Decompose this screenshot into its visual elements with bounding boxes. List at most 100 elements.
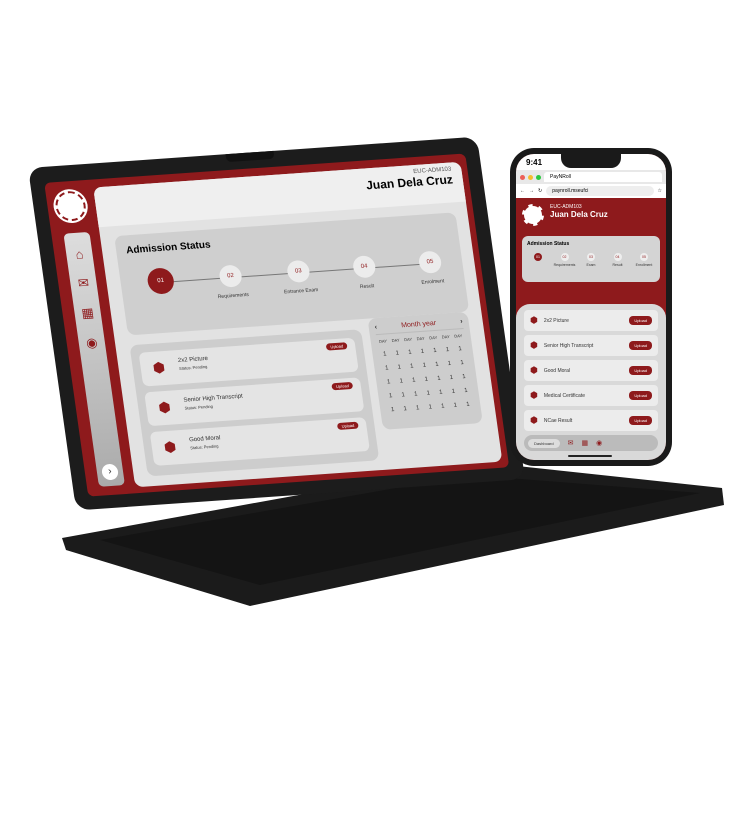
- upload-button[interactable]: Upload: [331, 381, 354, 391]
- documents-list: ⬢ 2x2 Picture Upload ⬢ Senior High Transcri…: [516, 304, 666, 460]
- calendar-date[interactable]: 1: [422, 390, 435, 397]
- day-header: DAY: [441, 334, 451, 340]
- calendar-date[interactable]: 1: [445, 375, 458, 382]
- calendar-date[interactable]: 1: [411, 405, 424, 412]
- calendar-date[interactable]: 1: [399, 406, 412, 413]
- calendar-date[interactable]: 1: [405, 363, 418, 370]
- calendar-date[interactable]: 1: [380, 365, 393, 372]
- calendar-date[interactable]: 1: [441, 347, 454, 354]
- home-icon[interactable]: ⌂: [65, 246, 93, 263]
- step: 02 Requirements: [553, 253, 576, 267]
- calendar: ‹ Month year › DAY DAY DAY DAY DAY DAY DAY 1 1 1 1 1 1…: [367, 311, 483, 430]
- calendar-date[interactable]: 1: [449, 402, 462, 409]
- calendar-date[interactable]: 1: [457, 374, 470, 381]
- calendar-date[interactable]: 1: [430, 362, 443, 369]
- back-icon[interactable]: ←: [520, 188, 525, 194]
- calendar-date[interactable]: 1: [403, 349, 416, 356]
- box-icon: ⬢: [530, 340, 538, 350]
- upload-button[interactable]: Upload: [629, 366, 652, 375]
- upload-button[interactable]: Upload: [337, 421, 359, 431]
- user-icon[interactable]: ◉: [78, 334, 106, 352]
- upload-button[interactable]: Upload: [325, 342, 348, 351]
- day-header: DAY: [453, 333, 463, 339]
- document-item: ⬢ Medical Certificate Upload: [524, 385, 658, 406]
- calendar-date[interactable]: 1: [455, 360, 468, 367]
- user-name: Juan Dela Cruz: [550, 210, 608, 219]
- status-stepper: 01 02 Requirements 03 Exam 04 Result 05 Enro…: [527, 253, 655, 267]
- box-icon: ⬢: [530, 315, 538, 325]
- calendar-title: Month year: [400, 319, 437, 330]
- box-icon: ⬢: [530, 365, 538, 375]
- calendar-date[interactable]: 1: [461, 401, 474, 408]
- mail-icon[interactable]: ✉: [568, 439, 574, 447]
- address-bar: ← → ↻ paynroll.mseufci ☆: [516, 184, 666, 198]
- reload-icon[interactable]: ↻: [538, 188, 542, 194]
- calendar-date[interactable]: 1: [428, 348, 441, 355]
- day-header: DAY: [391, 337, 400, 344]
- upload-button[interactable]: Upload: [629, 391, 652, 400]
- browser-tab[interactable]: PayNRoll: [544, 172, 662, 182]
- step: 01: [129, 266, 192, 296]
- box-icon: ⬢: [157, 398, 172, 416]
- url-field[interactable]: paynroll.mseufci: [546, 186, 654, 196]
- calendar-date[interactable]: 1: [378, 351, 391, 358]
- calendar-date[interactable]: 1: [393, 364, 406, 371]
- calendar-date[interactable]: 1: [416, 349, 429, 356]
- calendar-date[interactable]: 1: [432, 375, 445, 382]
- box-icon: ⬢: [530, 390, 538, 400]
- calendar-date[interactable]: 1: [395, 378, 408, 385]
- calendar-date[interactable]: 1: [420, 376, 433, 383]
- step: 03 Entrance Exam: [267, 258, 332, 296]
- university-logo: [522, 204, 544, 226]
- browser-tabs: PayNRoll: [516, 170, 666, 184]
- calendar-date[interactable]: 1: [434, 389, 447, 396]
- day-header: DAY: [416, 335, 425, 342]
- calendar-date[interactable]: 1: [384, 393, 397, 400]
- calendar-date[interactable]: 1: [407, 377, 420, 384]
- mail-icon[interactable]: ✉: [69, 275, 97, 293]
- star-icon[interactable]: ☆: [658, 188, 662, 194]
- calendar-date[interactable]: 1: [397, 392, 410, 399]
- step: 05 Enrollment: [635, 253, 653, 267]
- user-icon[interactable]: ◉: [596, 439, 602, 447]
- document-item: ⬢ NCae Result Upload: [524, 410, 658, 431]
- bottom-nav: Dashboard ✉ ▦ ◉: [524, 435, 658, 451]
- calendar-date[interactable]: 1: [424, 404, 437, 411]
- calendar-icon[interactable]: ▦: [74, 304, 102, 322]
- calendar-date[interactable]: 1: [418, 362, 431, 369]
- main-content: EUC-ADM103 Juan Dela Cruz Admission Stat…: [93, 161, 503, 488]
- calendar-icon[interactable]: ▦: [581, 439, 588, 447]
- prev-month-button[interactable]: ‹: [374, 324, 377, 331]
- admission-status-card: Admission Status 01 02 Requirements 03 Exa…: [522, 236, 660, 282]
- nav-dashboard[interactable]: Dashboard: [528, 438, 560, 448]
- university-logo: [53, 190, 88, 223]
- phone-screen: 9:41 PayNRoll ← → ↻ paynroll.mseufci ☆ EUC…: [516, 154, 666, 460]
- step: 02 Requirements: [199, 263, 264, 301]
- document-item: ⬢ 2x2 Picture Upload: [524, 310, 658, 331]
- box-icon: ⬢: [530, 415, 538, 425]
- calendar-date[interactable]: 1: [382, 379, 395, 386]
- day-header: DAY: [403, 336, 413, 343]
- forward-icon[interactable]: →: [529, 188, 534, 194]
- step: 04 Result: [612, 253, 623, 267]
- expand-sidebar-button[interactable]: ›: [100, 463, 120, 481]
- laptop: ⌂ ✉ ▦ ◉ › EUC-ADM103 Juan Dela Cruz Admi…: [28, 136, 526, 511]
- calendar-date[interactable]: 1: [436, 403, 449, 410]
- calendar-date[interactable]: 1: [386, 407, 399, 414]
- calendar-date[interactable]: 1: [453, 346, 466, 353]
- calendar-date[interactable]: 1: [459, 388, 472, 395]
- step: 04 Result: [333, 254, 398, 292]
- day-header: DAY: [428, 334, 438, 341]
- phone: 9:41 PayNRoll ← → ↻ paynroll.mseufci ☆ EUC…: [510, 148, 672, 466]
- upload-button[interactable]: Upload: [629, 341, 652, 350]
- calendar-date[interactable]: 1: [447, 388, 460, 395]
- calendar-date[interactable]: 1: [409, 391, 422, 398]
- laptop-screen: ⌂ ✉ ▦ ◉ › EUC-ADM103 Juan Dela Cruz Admi…: [44, 153, 510, 497]
- upload-button[interactable]: Upload: [629, 316, 652, 325]
- calendar-date[interactable]: 1: [443, 361, 456, 368]
- next-month-button[interactable]: ›: [460, 318, 463, 325]
- calendar-date[interactable]: 1: [391, 350, 404, 357]
- status-stepper: 01 02 Requirements 03 Entrance Exam 04 Resu…: [128, 244, 456, 316]
- upload-button[interactable]: Upload: [629, 416, 652, 425]
- box-icon: ⬢: [151, 358, 167, 376]
